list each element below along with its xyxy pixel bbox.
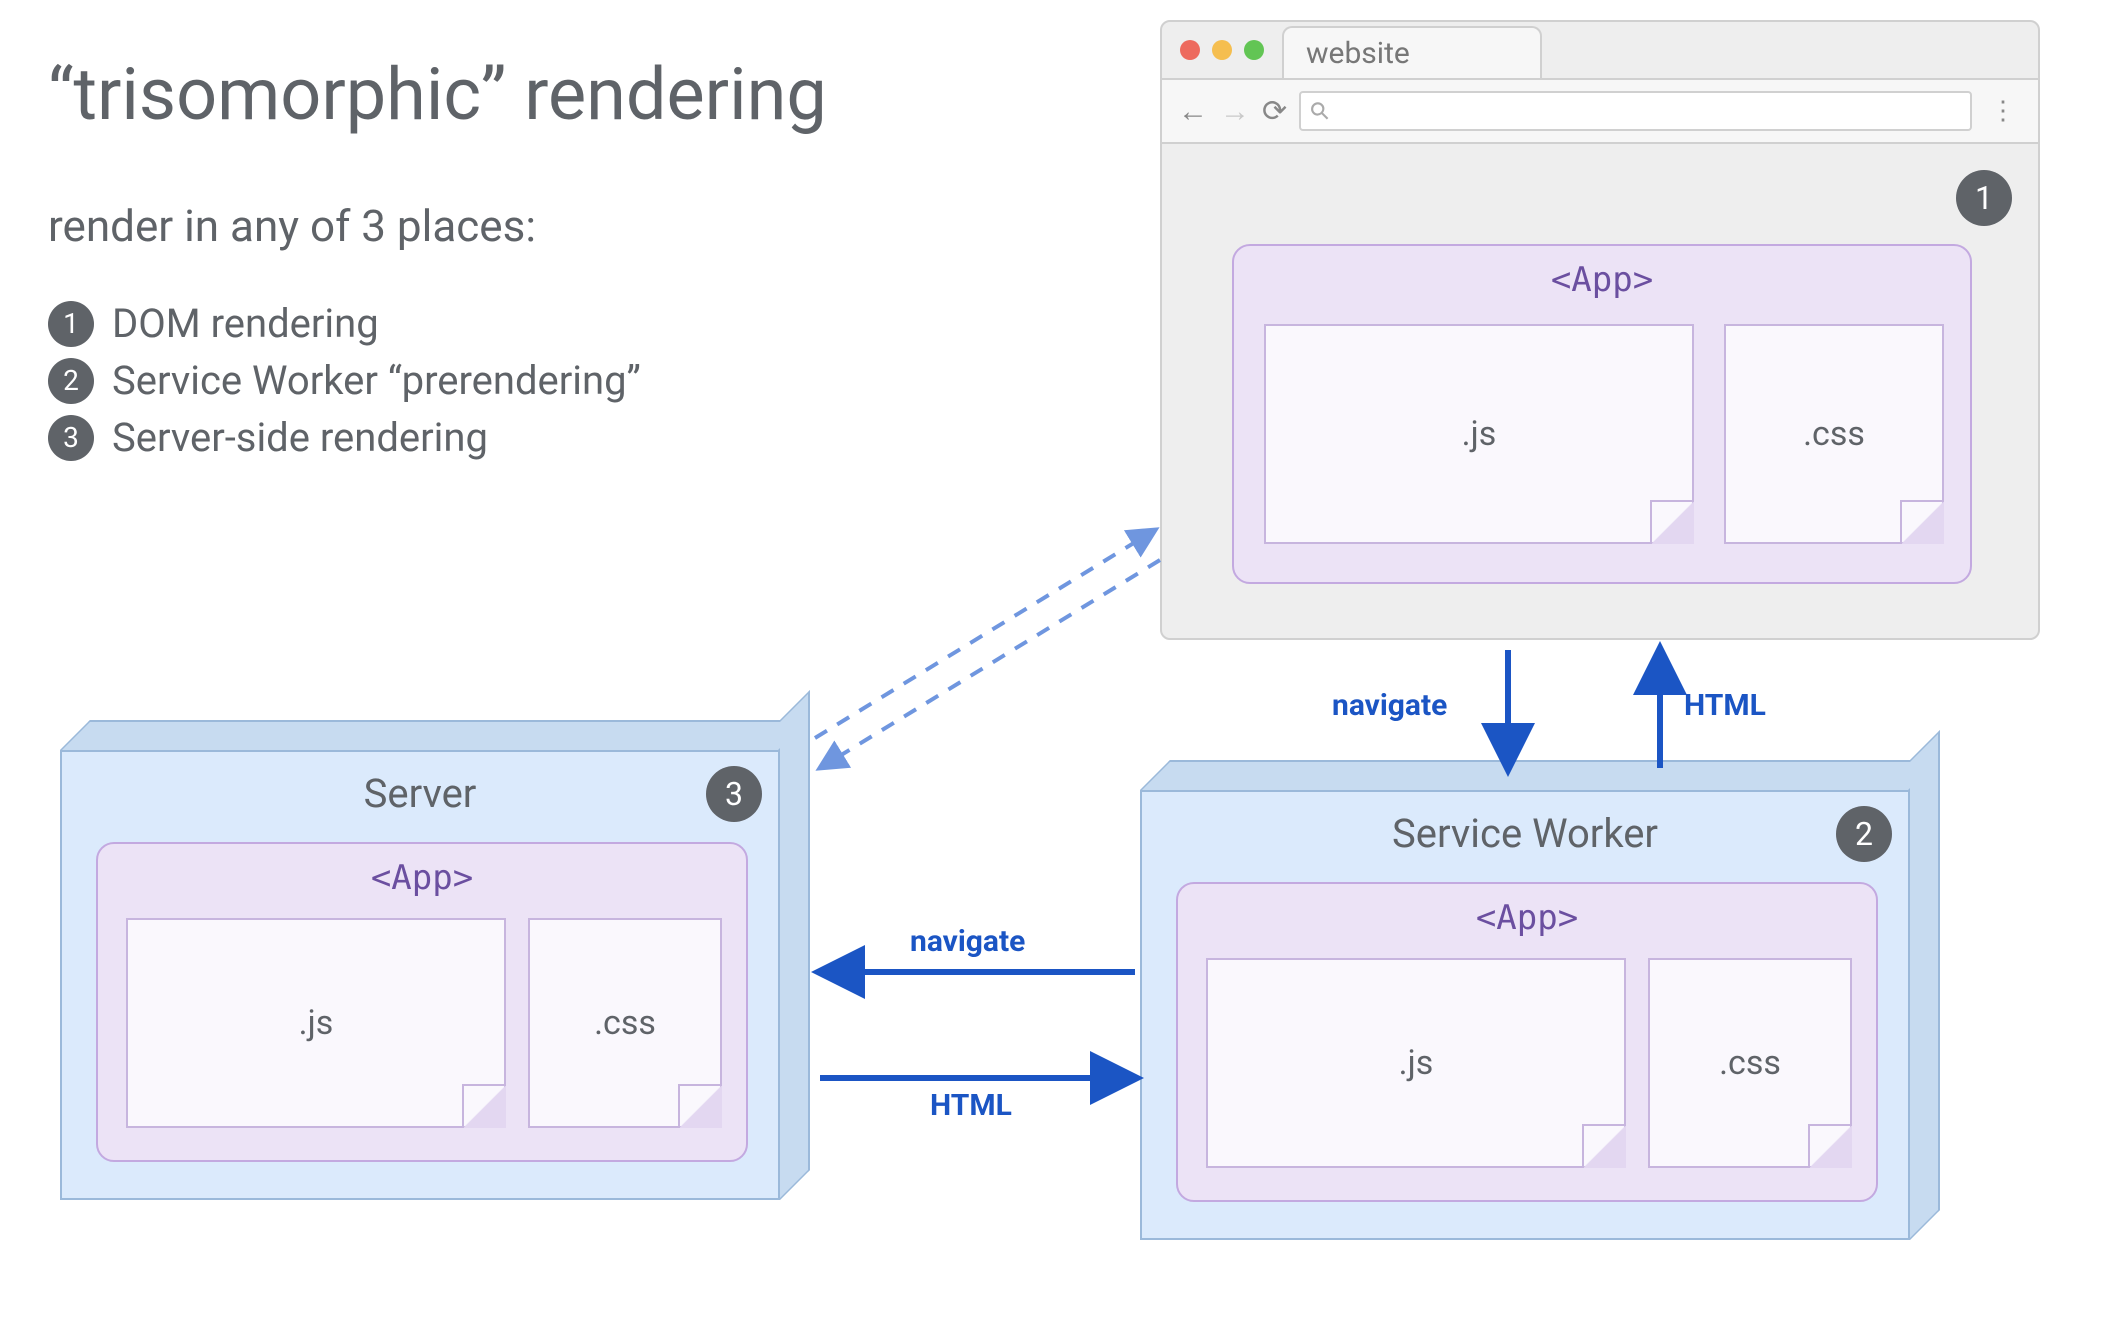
browser-toolbar: ← → ⟳ ⚲ ⋮ xyxy=(1162,78,2038,144)
browser-window: website ← → ⟳ ⚲ ⋮ 1 <App> .js .css xyxy=(1160,20,2040,640)
dogear-icon xyxy=(1900,500,1944,544)
browser-tab-strip: website xyxy=(1162,22,2038,78)
server-title: Server xyxy=(62,770,778,817)
bullet-text: Server-side rendering xyxy=(112,414,488,461)
bullet-badge-3: 3 xyxy=(48,415,94,461)
maximize-icon xyxy=(1244,40,1264,60)
address-bar: ⚲ xyxy=(1299,91,1972,131)
arrow-label-html-v: HTML xyxy=(1684,688,1766,723)
browser-tab: website xyxy=(1282,26,1542,78)
app-panel-service-worker: <App> .js .css xyxy=(1176,882,1878,1202)
close-icon xyxy=(1180,40,1200,60)
location-badge-2: 2 xyxy=(1836,806,1892,862)
search-icon: ⚲ xyxy=(1304,95,1336,127)
menu-icon: ⋮ xyxy=(1984,96,2022,126)
dogear-icon xyxy=(1582,1124,1626,1168)
minimize-icon xyxy=(1212,40,1232,60)
app-panel-server: <App> .js .css xyxy=(96,842,748,1162)
server-box: Server 3 <App> .js .css xyxy=(60,720,780,1200)
window-controls xyxy=(1180,40,1264,60)
js-file-label: .js xyxy=(1399,1043,1434,1083)
js-file-label: .js xyxy=(1462,414,1497,454)
list-item: 1 DOM rendering xyxy=(48,300,641,347)
dogear-icon xyxy=(1650,500,1694,544)
app-label: <App> xyxy=(1234,260,1970,300)
js-file-label: .js xyxy=(299,1003,334,1043)
js-file-card: .js xyxy=(1264,324,1694,544)
dogear-icon xyxy=(1808,1124,1852,1168)
dogear-icon xyxy=(678,1084,722,1128)
css-file-card: .css xyxy=(528,918,722,1128)
bullet-text: DOM rendering xyxy=(112,300,379,347)
service-worker-box: Service Worker 2 <App> .js .css xyxy=(1140,760,1910,1240)
app-label: <App> xyxy=(98,858,746,898)
dogear-icon xyxy=(462,1084,506,1128)
browser-tab-label: website xyxy=(1306,36,1410,71)
js-file-card: .js xyxy=(126,918,506,1128)
service-worker-title: Service Worker xyxy=(1142,810,1908,857)
css-file-label: .css xyxy=(594,1003,656,1043)
arrow-label-navigate-v: navigate xyxy=(1332,688,1447,723)
diagram-subtitle: render in any of 3 places: xyxy=(48,200,536,252)
arrow-label-navigate-h: navigate xyxy=(910,924,1025,959)
app-label: <App> xyxy=(1178,898,1876,938)
css-file-card: .css xyxy=(1724,324,1944,544)
bullet-badge-2: 2 xyxy=(48,358,94,404)
bullet-badge-1: 1 xyxy=(48,301,94,347)
app-panel-browser: <App> .js .css xyxy=(1232,244,1972,584)
bullet-list: 1 DOM rendering 2 Service Worker “preren… xyxy=(48,290,641,471)
browser-viewport: 1 <App> .js .css xyxy=(1172,154,2028,628)
bullet-text: Service Worker “prerendering” xyxy=(112,357,641,404)
diagram-title: “trisomorphic” rendering xyxy=(48,52,827,137)
css-file-label: .css xyxy=(1719,1043,1781,1083)
back-icon: ← xyxy=(1178,94,1208,129)
css-file-card: .css xyxy=(1648,958,1852,1168)
arrow-browser-to-server xyxy=(820,560,1160,768)
list-item: 3 Server-side rendering xyxy=(48,414,641,461)
arrow-label-html-h: HTML xyxy=(930,1088,1012,1123)
list-item: 2 Service Worker “prerendering” xyxy=(48,357,641,404)
arrow-server-to-browser xyxy=(815,530,1155,738)
css-file-label: .css xyxy=(1803,414,1865,454)
forward-icon: → xyxy=(1220,94,1250,129)
reload-icon: ⟳ xyxy=(1262,94,1287,129)
location-badge-1: 1 xyxy=(1956,170,2012,226)
location-badge-3: 3 xyxy=(706,766,762,822)
js-file-card: .js xyxy=(1206,958,1626,1168)
